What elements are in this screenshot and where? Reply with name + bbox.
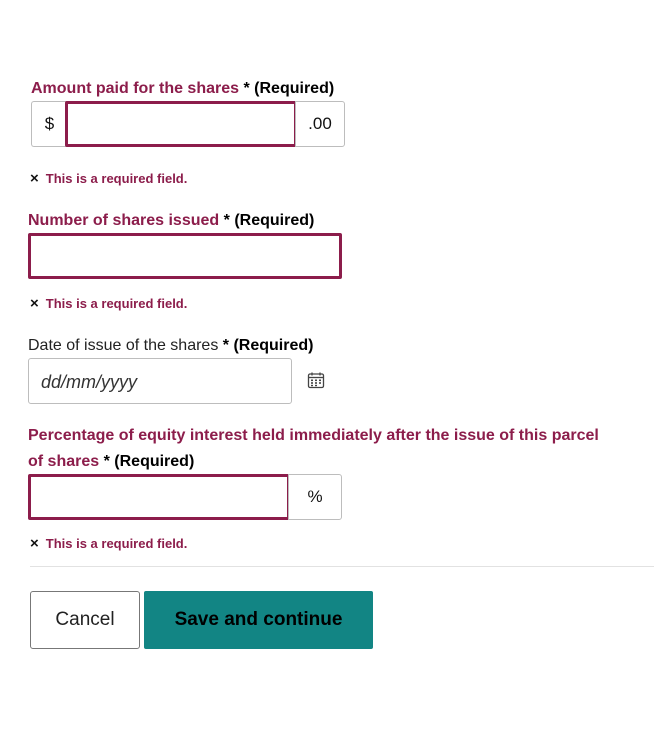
percentage-label-line1: Percentage of equity interest held immed… xyxy=(28,427,599,444)
required-star: * xyxy=(223,212,230,229)
amount-error-text: This is a required field. xyxy=(45,171,188,186)
decimal-suffix: .00 xyxy=(295,101,345,147)
shares-input[interactable] xyxy=(28,233,342,279)
amount-input-field[interactable] xyxy=(68,104,294,144)
calendar-icon[interactable] xyxy=(307,371,325,389)
required-star: * xyxy=(222,337,230,354)
error-x-icon: × xyxy=(30,295,39,312)
error-x-icon: × xyxy=(30,535,39,552)
required-star: * xyxy=(103,453,110,470)
required-text: (Required) xyxy=(234,212,315,229)
amount-error: × This is a required field. xyxy=(30,170,187,188)
amount-input[interactable] xyxy=(65,101,297,147)
percentage-error: × This is a required field. xyxy=(30,535,187,553)
date-input-field[interactable] xyxy=(39,359,283,405)
percent-suffix: % xyxy=(288,474,342,520)
required-text: (Required) xyxy=(114,453,195,470)
cancel-button[interactable]: Cancel xyxy=(30,591,140,649)
currency-prefix: $ xyxy=(31,101,67,147)
percentage-input[interactable] xyxy=(28,474,290,520)
date-label-row: Date of issue of the shares * (Required) xyxy=(28,333,313,359)
shares-input-field[interactable] xyxy=(31,236,339,276)
date-input[interactable] xyxy=(28,358,292,405)
date-label: Date of issue of the shares xyxy=(28,337,219,354)
error-x-icon: × xyxy=(30,170,39,187)
shares-error: × This is a required field. xyxy=(30,295,187,313)
percentage-error-text: This is a required field. xyxy=(45,536,188,551)
shares-label-row: Number of shares issued * (Required) xyxy=(28,208,314,234)
amount-label: Amount paid for the shares xyxy=(31,80,240,97)
percentage-label-row: Percentage of equity interest held immed… xyxy=(28,423,599,475)
required-text: (Required) xyxy=(233,337,314,354)
required-star: * xyxy=(243,80,250,97)
save-and-continue-button[interactable]: Save and continue xyxy=(144,591,373,649)
required-text: (Required) xyxy=(254,80,335,97)
shares-error-text: This is a required field. xyxy=(45,296,188,311)
divider xyxy=(30,566,654,567)
percentage-input-field[interactable] xyxy=(31,477,287,517)
shares-label: Number of shares issued xyxy=(28,212,220,229)
percentage-label-line2: of shares xyxy=(28,453,100,470)
amount-label-row: Amount paid for the shares * (Required) xyxy=(31,76,334,102)
